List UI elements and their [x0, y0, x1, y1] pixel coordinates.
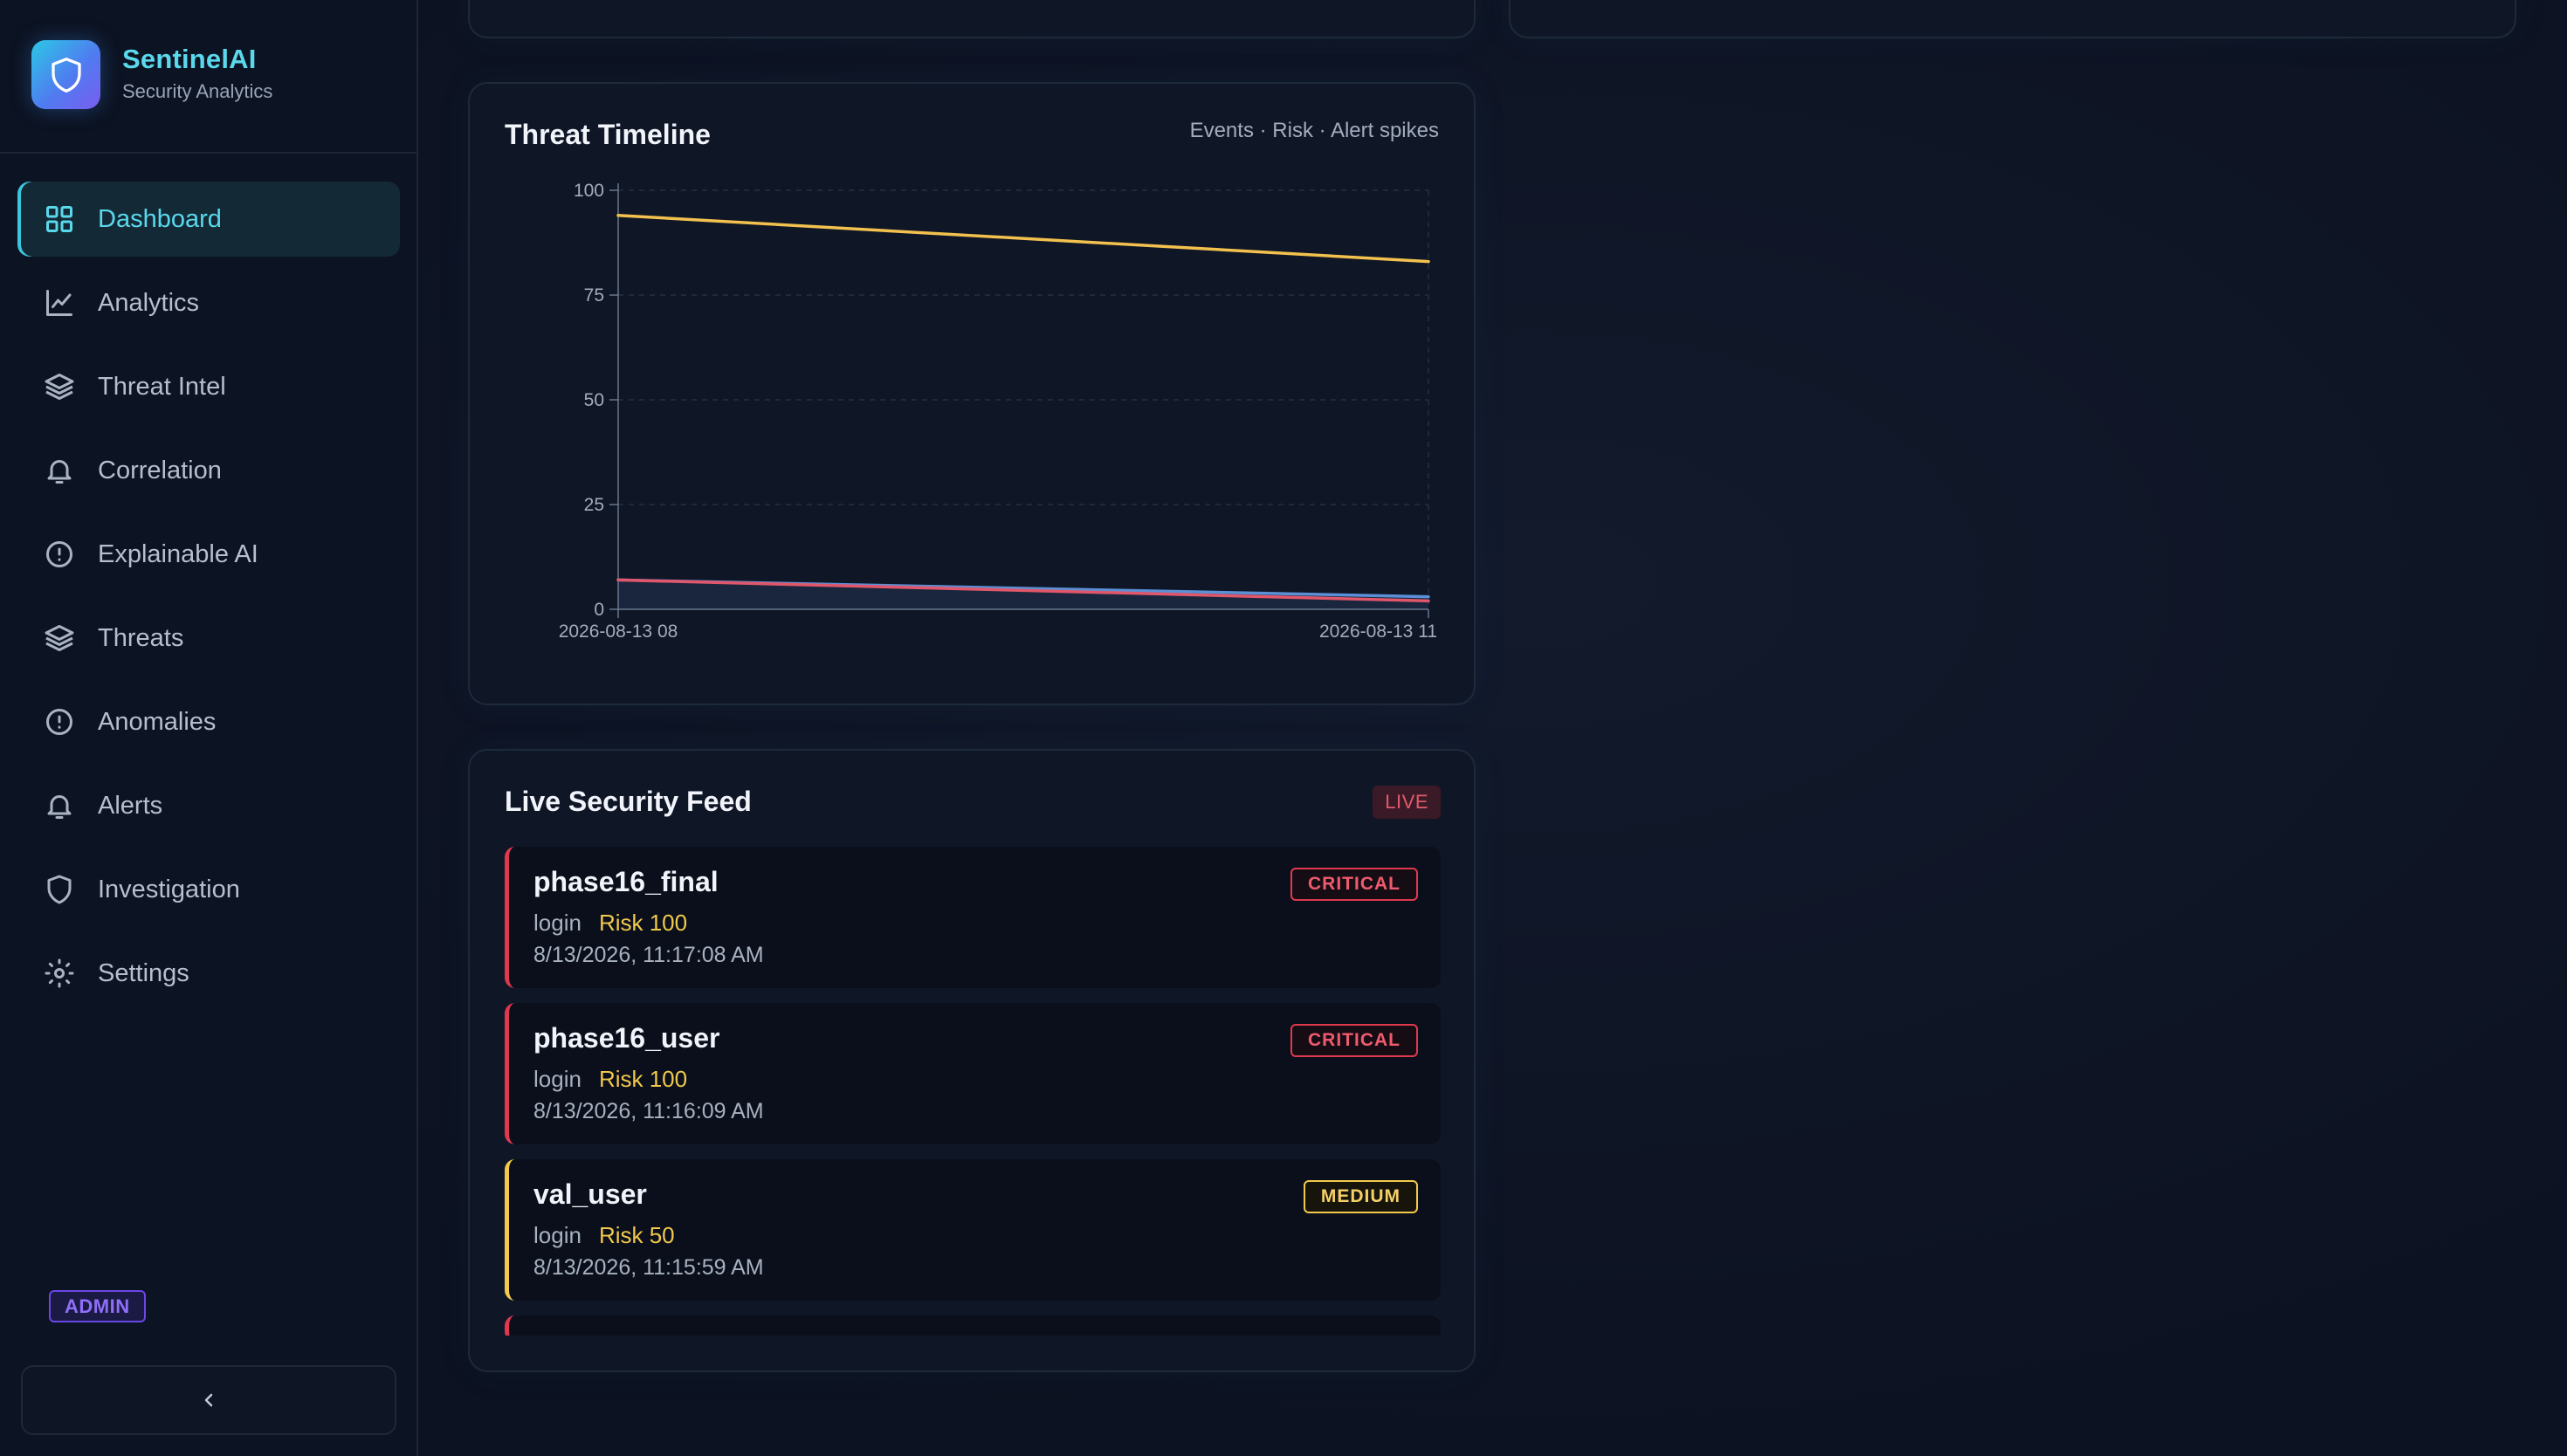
role-badge: ADMIN — [49, 1290, 146, 1322]
feed-risk: Risk 100 — [598, 910, 688, 936]
grid-icon — [42, 202, 77, 237]
feed-user: phase16_final — [533, 866, 719, 897]
brand-logo — [31, 40, 100, 109]
live-security-feed-card: Live Security Feed LIVE phase16_final lo… — [468, 749, 1476, 1372]
layers-icon — [42, 369, 77, 404]
series-line-0 — [616, 214, 1430, 264]
y-tick-label: 75 — [584, 285, 604, 306]
feed-list: phase16_final login Risk 100 8/13/2026, 1… — [505, 847, 1441, 1336]
y-tick-label: 50 — [584, 390, 604, 410]
sidebar-item-alerts[interactable]: Alerts — [17, 768, 400, 843]
shield-icon — [51, 57, 81, 93]
feed-time: 8/13/2026, 11:17:08 AM — [533, 943, 764, 967]
sidebar-item-label: Alerts — [98, 791, 163, 820]
threat-timeline-chart: 0 25 50 75 100 2026-08-13 08 2026-08-13 11 — [559, 181, 1437, 642]
sidebar-item-threats[interactable]: Threats — [17, 601, 400, 676]
severity-badge: MEDIUM — [1303, 1180, 1418, 1213]
sidebar-item-analytics[interactable]: Analytics — [17, 265, 400, 340]
sidebar-item-label: Investigation — [98, 875, 240, 903]
sidebar-item-label: Anomalies — [98, 707, 217, 736]
sidebar-divider — [0, 152, 418, 154]
feed-item-partial[interactable] — [505, 1315, 1441, 1336]
alert-circle-icon — [42, 704, 77, 739]
gear-icon — [42, 956, 77, 991]
feed-time: 8/13/2026, 11:15:59 AM — [533, 1255, 764, 1280]
top-right-card — [1509, 0, 2516, 38]
feed-user: phase16_user — [533, 1022, 720, 1054]
y-tick-label: 25 — [584, 495, 604, 515]
severity-badge: CRITICAL — [1290, 868, 1418, 901]
sidebar-item-explainable-ai[interactable]: Explainable AI — [17, 517, 400, 592]
sidebar-item-threat-intel[interactable]: Threat Intel — [17, 349, 400, 424]
feed-user: val_user — [533, 1178, 647, 1210]
brand-subtitle: Security Analytics — [122, 80, 273, 102]
sidebar-nav: Dashboard Analytics Threat Intel Correla… — [17, 182, 400, 1020]
feed-time: 8/13/2026, 11:16:09 AM — [533, 1099, 764, 1123]
feed-risk: Risk 50 — [598, 1222, 675, 1248]
threat-timeline-card: Threat Timeline Events · Risk · Alert sp… — [468, 82, 1476, 705]
feed-item[interactable]: val_user login Risk 50 8/13/2026, 11:15:5… — [505, 1159, 1441, 1301]
feed-risk: Risk 100 — [598, 1066, 688, 1092]
bell-icon — [42, 453, 77, 488]
feed-action: login — [533, 1222, 582, 1248]
sidebar-item-dashboard[interactable]: Dashboard — [17, 182, 400, 257]
sidebar-item-settings[interactable]: Settings — [17, 936, 400, 1011]
feed-item[interactable]: phase16_user login Risk 100 8/13/2026, 11… — [505, 1003, 1441, 1144]
brand-name: SentinelAI — [122, 44, 257, 74]
feed-meta: login Risk 100 — [533, 910, 687, 937]
sidebar-item-label: Correlation — [98, 456, 222, 484]
feed-meta: login Risk 50 — [533, 1222, 675, 1249]
y-tick-label: 0 — [594, 600, 604, 620]
y-tick-label: 100 — [574, 181, 604, 201]
sidebar-item-label: Analytics — [98, 288, 200, 317]
sidebar-item-label: Explainable AI — [98, 539, 258, 568]
sidebar-item-investigation[interactable]: Investigation — [17, 852, 400, 927]
chevron-left-icon — [204, 1393, 213, 1407]
top-left-card — [468, 0, 1476, 38]
x-tick-label: 2026-08-13 08 — [559, 622, 678, 642]
alert-circle-icon — [42, 537, 77, 572]
brand[interactable]: SentinelAI Security Analytics — [31, 40, 398, 110]
feed-action: login — [533, 910, 582, 936]
layers-icon — [42, 621, 77, 656]
sidebar-item-label: Settings — [98, 958, 189, 987]
feed-title: Live Security Feed — [505, 786, 752, 817]
feed-meta: login Risk 100 — [533, 1066, 687, 1093]
sidebar: SentinelAI Security Analytics Dashboard … — [0, 0, 418, 1456]
x-tick-label: 2026-08-13 11 — [1319, 622, 1437, 642]
sidebar-item-label: Dashboard — [98, 204, 222, 233]
sidebar-item-correlation[interactable]: Correlation — [17, 433, 400, 508]
severity-badge: CRITICAL — [1290, 1024, 1418, 1057]
feed-item[interactable]: phase16_final login Risk 100 8/13/2026, 1… — [505, 847, 1441, 988]
live-badge: LIVE — [1373, 786, 1441, 819]
sidebar-item-label: Threat Intel — [98, 372, 226, 401]
bell-icon — [42, 788, 77, 823]
shield-icon — [42, 872, 77, 907]
line-chart-icon — [42, 285, 77, 320]
sidebar-item-anomalies[interactable]: Anomalies — [17, 684, 400, 759]
feed-action: login — [533, 1066, 582, 1092]
sidebar-item-label: Threats — [98, 623, 184, 652]
collapse-sidebar-button[interactable] — [21, 1365, 396, 1435]
